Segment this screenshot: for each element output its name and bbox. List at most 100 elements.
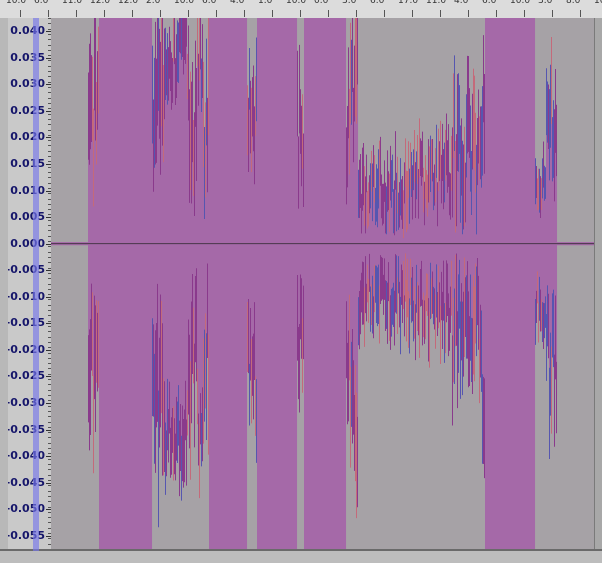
waveform-column	[414, 161, 416, 308]
waveform-column	[143, 18, 145, 549]
waveform-column	[299, 99, 301, 358]
waveform-column	[113, 18, 115, 549]
waveform-column	[121, 18, 123, 549]
waveform-column	[289, 18, 291, 549]
waveform-column	[262, 18, 264, 549]
waveform-column	[323, 18, 325, 549]
waveform-column	[233, 18, 235, 549]
waveform-column	[348, 104, 350, 365]
waveform-column	[148, 18, 150, 549]
waveform-column	[520, 18, 522, 549]
waveform-column	[251, 138, 253, 373]
waveform-column	[318, 18, 320, 549]
waveform-column	[185, 38, 187, 407]
waveform-column	[144, 18, 146, 549]
waveform-column	[266, 18, 268, 549]
waveform-column	[175, 79, 177, 460]
ruler-tick	[440, 10, 441, 17]
ruler-tick	[48, 10, 49, 17]
waveform-column	[529, 18, 531, 549]
ruler-tick-label: 0.0	[314, 0, 329, 6]
waveform-column	[104, 18, 106, 549]
waveform-column	[495, 18, 497, 549]
waveform-column	[211, 18, 213, 549]
waveform-column	[296, 18, 298, 549]
waveform-column	[272, 18, 274, 549]
waveform-column	[241, 18, 243, 549]
waveform-column	[286, 18, 288, 549]
waveform-column	[146, 18, 148, 549]
waveform-column	[270, 18, 272, 549]
waveform-column	[119, 18, 121, 549]
waveform-column	[269, 18, 271, 549]
waveform-column	[312, 18, 314, 549]
waveform-column	[512, 18, 514, 549]
waveform-column	[352, 49, 354, 372]
waveform-column	[112, 18, 114, 549]
waveform-column	[510, 18, 512, 549]
waveform-column	[244, 18, 246, 549]
waveform-column	[328, 18, 330, 549]
waveform-column	[492, 18, 494, 549]
waveform-column	[223, 18, 225, 549]
waveform-column	[103, 18, 105, 549]
waveform-column	[329, 18, 331, 549]
ruler-tick-label: 11.0	[62, 0, 83, 6]
waveform-column	[515, 18, 517, 549]
waveform-column	[100, 18, 102, 549]
timeline-ruler[interactable]: 10.0 6.0 11.0 12.0 12.0 2.0 10.0 6.0 4.0 1.0 10.0 0…	[0, 0, 602, 19]
amplitude-scale: 0.040 0.035 0.030 0.025 0.020 0.015 0.010 0.005…	[8, 18, 51, 551]
ruler-tick-label: 3.0	[538, 0, 553, 6]
waveform-column	[150, 18, 152, 549]
ruler-tick	[524, 10, 525, 17]
waveform-column	[135, 18, 137, 549]
waveform-column	[442, 159, 444, 314]
waveform-column	[197, 40, 199, 395]
waveform-column	[138, 18, 140, 549]
waveform-column	[546, 101, 548, 348]
waveform-column	[99, 18, 101, 549]
waveform-column	[180, 27, 182, 430]
waveform-column	[257, 18, 259, 549]
waveform-column	[496, 18, 498, 549]
waveform-column	[291, 18, 293, 549]
waveform-column	[131, 18, 133, 549]
waveform-column	[439, 159, 441, 304]
waveform-column	[111, 18, 113, 549]
ruler-tick-label: 1.0	[258, 0, 273, 6]
waveform-column	[284, 18, 286, 549]
waveform-column	[315, 18, 317, 549]
waveform-column	[215, 18, 217, 549]
waveform-column	[218, 18, 220, 549]
waveform-column	[117, 18, 119, 549]
playhead-cursor[interactable]	[33, 18, 39, 551]
waveform-column	[271, 18, 273, 549]
waveform-column	[544, 183, 546, 321]
waveform-column	[542, 181, 544, 320]
waveform-column	[497, 18, 499, 549]
waveform-column	[524, 18, 526, 549]
waveform-column	[222, 18, 224, 549]
waveform-column	[232, 18, 234, 549]
waveform-column	[556, 142, 558, 396]
waveform-column	[314, 18, 316, 549]
waveform-column	[169, 53, 171, 408]
waveform-column	[335, 18, 337, 549]
waveform-column	[324, 18, 326, 549]
waveform-column	[264, 18, 266, 549]
ruler-tick	[76, 10, 77, 17]
waveform-column	[536, 181, 538, 308]
waveform-column	[220, 18, 222, 549]
waveform-column	[487, 18, 489, 549]
waveform-column	[107, 18, 109, 549]
waveform-column	[234, 18, 236, 549]
waveform-column	[356, 81, 358, 435]
waveform-column	[533, 18, 535, 549]
waveform-column	[479, 146, 481, 374]
waveform-column	[334, 18, 336, 549]
waveform-canvas[interactable]	[51, 18, 600, 549]
waveform-column	[128, 18, 130, 549]
waveform-column	[208, 92, 210, 377]
ruler-tick-label: 4.0	[454, 0, 469, 6]
waveform-column	[133, 18, 135, 549]
